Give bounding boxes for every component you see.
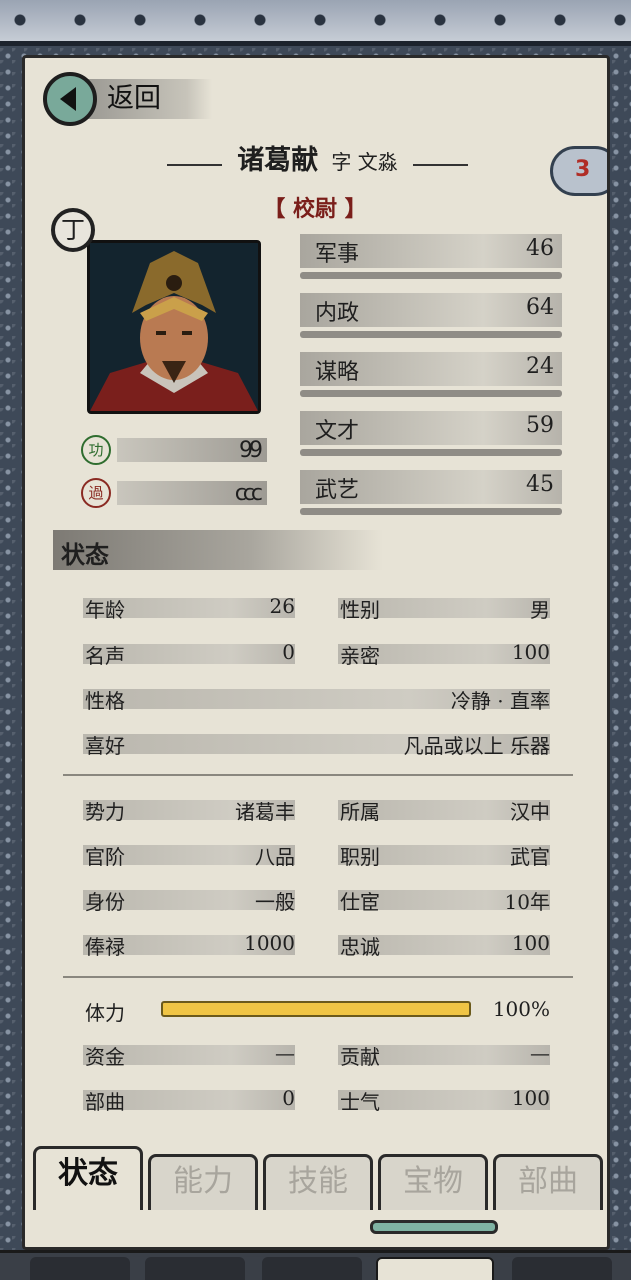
field-identity: 身份 一般 bbox=[83, 890, 295, 914]
field-funds: 资金 — bbox=[83, 1041, 295, 1069]
tab-status[interactable]: 状态 bbox=[33, 1146, 143, 1210]
stamina-bar bbox=[161, 1001, 471, 1017]
nav-scroll-icon[interactable] bbox=[512, 1257, 612, 1280]
back-arrow-icon[interactable] bbox=[43, 72, 97, 126]
character-name-row: 诸葛献 字 文淼 bbox=[145, 138, 490, 177]
decoration-right-icon bbox=[412, 163, 468, 166]
character-panel: 返回 诸葛献 字 文淼 【 校尉 】 3 丁 功 99 過 ccc 军事 46 … bbox=[22, 55, 610, 1250]
attribute-military: 军事 46 bbox=[300, 230, 562, 280]
bottom-nav bbox=[0, 1250, 631, 1280]
nav-active-indicator bbox=[370, 1220, 498, 1234]
tab-bar: 状态 能力 技能 宝物 部曲 bbox=[33, 1146, 605, 1210]
divider bbox=[63, 976, 573, 978]
nav-palace-icon[interactable] bbox=[376, 1257, 494, 1280]
cloud-badge-icon[interactable]: 3 bbox=[550, 146, 607, 196]
back-button[interactable]: 返回 bbox=[43, 71, 223, 127]
demerit-row: 過 ccc bbox=[81, 476, 267, 510]
top-ornament-band bbox=[0, 0, 631, 46]
field-contribution: 贡献 — bbox=[338, 1041, 550, 1069]
decoration-left-icon bbox=[167, 163, 223, 166]
field-salary: 俸禄 1000 bbox=[83, 931, 295, 959]
demerit-value: ccc bbox=[117, 481, 267, 506]
nav-horse-icon[interactable] bbox=[145, 1257, 245, 1280]
attribute-strategy: 谋略 24 bbox=[300, 348, 562, 398]
merit-badge-icon: 功 bbox=[81, 435, 111, 465]
attribute-literary: 文才 59 bbox=[300, 407, 562, 457]
tab-troops[interactable]: 部曲 bbox=[493, 1154, 603, 1210]
status-section-title: 状态 bbox=[53, 530, 383, 570]
cloud-badge-count: 3 bbox=[575, 157, 591, 182]
tab-treasure[interactable]: 宝物 bbox=[378, 1154, 488, 1210]
field-official-rank: 官阶 八品 bbox=[83, 845, 295, 869]
merit-row: 功 99 bbox=[81, 433, 267, 467]
tab-ability[interactable]: 能力 bbox=[148, 1154, 258, 1210]
nav-map-icon[interactable] bbox=[262, 1257, 362, 1280]
field-morale: 士气 100 bbox=[338, 1086, 550, 1114]
field-intimacy: 亲密 100 bbox=[338, 640, 550, 668]
character-name: 诸葛献 bbox=[237, 145, 319, 176]
field-fame: 名声 0 bbox=[83, 640, 295, 668]
field-faction: 势力 诸葛丰 bbox=[83, 800, 295, 824]
nav-warrior-icon[interactable] bbox=[30, 1257, 130, 1280]
field-post: 职别 武官 bbox=[338, 845, 550, 869]
tab-skills[interactable]: 技能 bbox=[263, 1154, 373, 1210]
field-loyalty: 忠诚 100 bbox=[338, 931, 550, 959]
attribute-politics: 内政 64 bbox=[300, 289, 562, 339]
field-hobby: 喜好 凡品或以上 乐器 bbox=[83, 734, 550, 758]
field-belong: 所属 汉中 bbox=[338, 800, 550, 824]
field-service: 仕宦 10年 bbox=[338, 890, 550, 914]
attribute-martial: 武艺 45 bbox=[300, 466, 562, 516]
merit-value: 99 bbox=[117, 438, 267, 463]
field-troops: 部曲 0 bbox=[83, 1086, 295, 1114]
back-label[interactable]: 返回 bbox=[87, 79, 212, 119]
field-personality: 性格 冷静 · 直率 bbox=[83, 689, 550, 713]
grade-badge: 丁 bbox=[51, 208, 95, 252]
demerit-badge-icon: 過 bbox=[81, 478, 111, 508]
rank-title: 【 校尉 】 bbox=[263, 196, 367, 222]
field-gender: 性别男 bbox=[338, 598, 550, 622]
divider bbox=[63, 774, 573, 776]
field-age: 年龄 26 bbox=[83, 594, 295, 622]
character-portrait bbox=[87, 240, 261, 414]
portrait-image bbox=[90, 243, 258, 411]
courtesy-name: 字 文淼 bbox=[331, 150, 398, 174]
